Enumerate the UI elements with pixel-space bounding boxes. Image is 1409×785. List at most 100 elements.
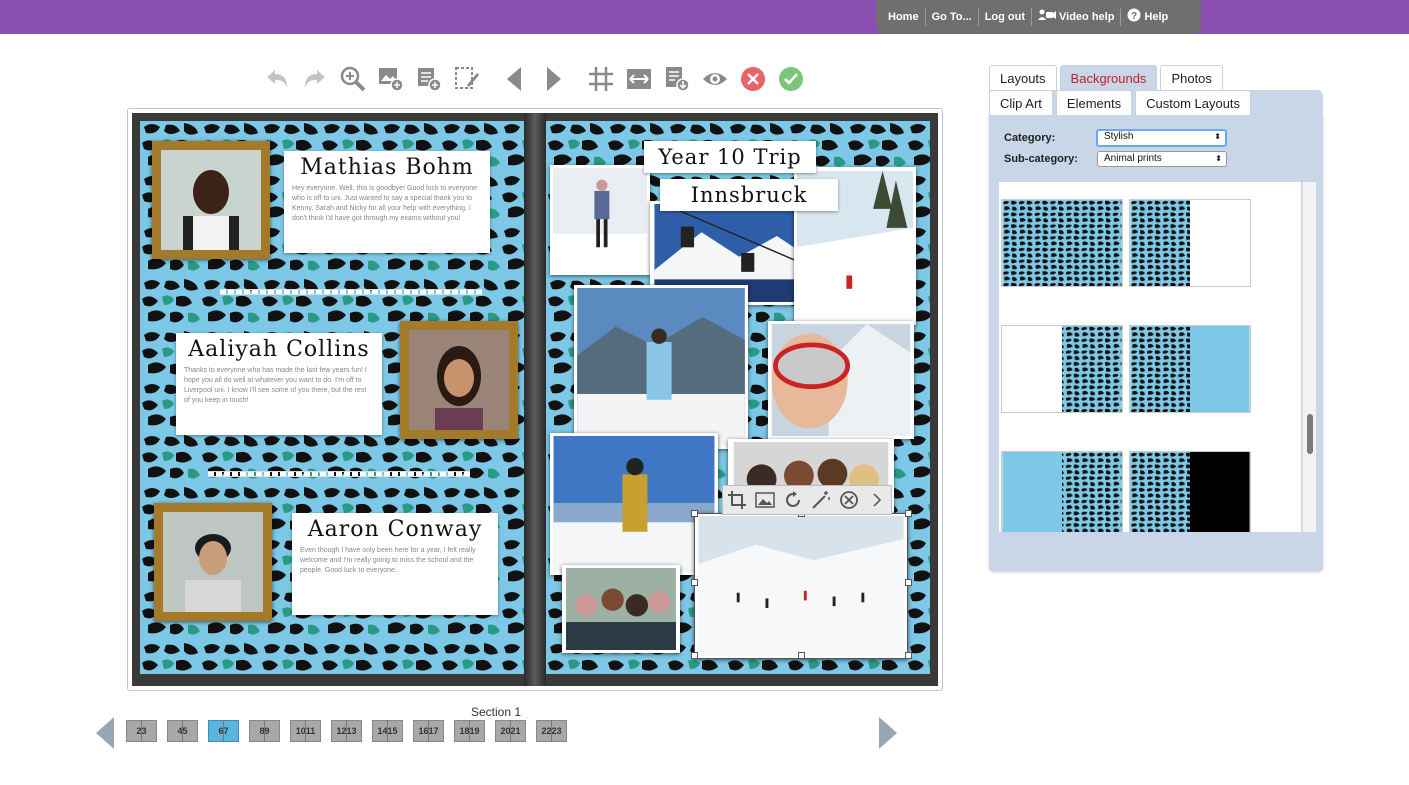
background-option[interactable] — [1129, 451, 1251, 532]
confirm-icon[interactable] — [776, 64, 806, 94]
nav-goto-label: Go To... — [931, 11, 972, 23]
tab-photos[interactable]: Photos — [1160, 65, 1223, 90]
previous-spread-arrow-icon[interactable] — [96, 717, 114, 749]
background-option[interactable] — [1001, 325, 1123, 413]
tab-layouts[interactable]: Layouts — [989, 65, 1057, 90]
page-thumb-label: 2021 — [500, 726, 521, 736]
student-note-mathias[interactable]: Mathias Bohm Hey everyone. Well, this is… — [284, 151, 490, 253]
page-thumb[interactable]: 1011 — [290, 720, 321, 742]
background-option[interactable] — [1129, 199, 1251, 287]
cancel-icon[interactable] — [738, 64, 768, 94]
background-option[interactable] — [1129, 325, 1251, 413]
nav-video-help[interactable]: Video help — [1032, 8, 1122, 26]
zoom-in-icon[interactable] — [338, 64, 368, 94]
nav-help[interactable]: ? Help — [1121, 8, 1174, 26]
preview-eye-icon[interactable] — [700, 64, 730, 94]
page-thumb[interactable]: 2223 — [536, 720, 567, 742]
portrait-frame-mathias[interactable] — [152, 141, 270, 259]
page-thumb[interactable]: 1415 — [372, 720, 403, 742]
subcategory-select[interactable]: Animal prints ⬍ — [1097, 151, 1227, 167]
page-thumbnails: 23 45 67 89 1011 1213 1415 1617 1819 202… — [126, 720, 567, 742]
trip-title-banner-line1[interactable]: Year 10 Trip To — [644, 141, 816, 201]
thumbnails-scrollbar[interactable] — [1302, 182, 1316, 532]
more-arrow-icon[interactable] — [866, 488, 887, 512]
student-note-aaliyah[interactable]: Aaliyah Collins Thanks to everyone who h… — [176, 333, 382, 435]
replace-image-icon[interactable] — [755, 488, 776, 512]
nav-help-label: Help — [1144, 11, 1169, 23]
tab-elements[interactable]: Elements — [1055, 90, 1133, 115]
add-text-icon[interactable] — [414, 64, 444, 94]
page-thumb[interactable]: 1819 — [454, 720, 485, 742]
page-thumb-label: 2223 — [541, 726, 562, 736]
nav-home-label: Home — [888, 11, 919, 23]
resize-handle[interactable] — [798, 652, 805, 659]
scrollbar-thumb[interactable] — [1307, 414, 1313, 454]
crop-icon[interactable] — [727, 488, 748, 512]
download-icon[interactable] — [662, 64, 692, 94]
resize-handle[interactable] — [691, 652, 698, 659]
resize-handle[interactable] — [905, 510, 912, 517]
page-thumb-label: 1213 — [336, 726, 357, 736]
page-thumb-label: 1011 — [295, 726, 316, 736]
trip-photo-skier[interactable] — [550, 165, 650, 275]
trip-photo-friends[interactable] — [562, 565, 680, 653]
resize-handle[interactable] — [905, 652, 912, 659]
portrait-photo — [161, 150, 261, 250]
page-thumb-active[interactable]: 67 — [208, 720, 239, 742]
grid-icon[interactable] — [586, 64, 616, 94]
resize-handle[interactable] — [691, 579, 698, 586]
student-name: Mathias Bohm — [300, 155, 474, 180]
portrait-photo — [409, 330, 509, 430]
background-preview — [1130, 200, 1250, 286]
page-thumb[interactable]: 23 — [126, 720, 157, 742]
background-option[interactable] — [1001, 451, 1123, 532]
tab-custom-layouts[interactable]: Custom Layouts — [1135, 90, 1252, 115]
photo-selection-box — [694, 513, 908, 659]
previous-page-icon[interactable] — [500, 64, 530, 94]
add-image-icon[interactable] — [376, 64, 406, 94]
nav-logout[interactable]: Log out — [979, 8, 1033, 26]
page-thumb[interactable]: 89 — [249, 720, 280, 742]
yearbook-spread: Mathias Bohm Hey everyone. Well, this is… — [127, 108, 943, 691]
page-thumb-label: 1617 — [418, 726, 439, 736]
next-spread-arrow-icon[interactable] — [879, 717, 897, 749]
chain-divider — [220, 289, 482, 295]
trip-title-banner-line2[interactable]: Innsbruck — [660, 179, 838, 211]
fit-width-icon[interactable] — [624, 64, 654, 94]
tab-clip-art[interactable]: Clip Art — [989, 90, 1053, 115]
rotate-icon[interactable] — [783, 488, 804, 512]
remove-icon[interactable] — [838, 488, 859, 512]
trip-photo-summit[interactable] — [550, 433, 718, 575]
page-thumb[interactable]: 45 — [167, 720, 198, 742]
panel-tabs-row2: Clip Art Elements Custom Layouts — [989, 90, 1252, 115]
next-page-icon[interactable] — [538, 64, 568, 94]
nav-goto[interactable]: Go To... — [926, 8, 979, 26]
trip-photo-goggles[interactable] — [768, 321, 914, 439]
nav-video-help-label: Video help — [1059, 11, 1115, 23]
effects-wand-icon[interactable] — [810, 488, 831, 512]
tab-backgrounds[interactable]: Backgrounds — [1059, 65, 1158, 90]
page-thumb[interactable]: 1617 — [413, 720, 444, 742]
category-select[interactable]: Stylish ⬍ — [1096, 129, 1227, 147]
subcategory-value: Animal prints — [1104, 153, 1162, 164]
redo-icon[interactable] — [300, 64, 330, 94]
trip-photo-girl-valley[interactable] — [574, 285, 748, 449]
video-help-icon — [1038, 8, 1057, 26]
page-thumb[interactable]: 2021 — [495, 720, 526, 742]
resize-handle[interactable] — [905, 579, 912, 586]
book-spine — [524, 113, 546, 686]
resize-handle[interactable] — [691, 510, 698, 517]
undo-icon[interactable] — [262, 64, 292, 94]
image-tools-bar — [722, 485, 892, 515]
page-thumb[interactable]: 1213 — [331, 720, 362, 742]
top-navigation: Home Go To... Log out Video help ? Help — [876, 0, 1201, 34]
page-thumb-label: 45 — [177, 726, 188, 736]
portrait-frame-aaliyah[interactable] — [400, 321, 518, 439]
nav-home[interactable]: Home — [882, 8, 926, 26]
page-settings-icon[interactable] — [452, 64, 482, 94]
section-label: Section 1 — [470, 705, 522, 719]
student-note-aaron[interactable]: Aaron Conway Even though I have only bee… — [292, 513, 498, 615]
background-option[interactable] — [1001, 199, 1123, 287]
photo-image — [566, 568, 676, 650]
portrait-frame-aaron[interactable] — [154, 503, 272, 621]
